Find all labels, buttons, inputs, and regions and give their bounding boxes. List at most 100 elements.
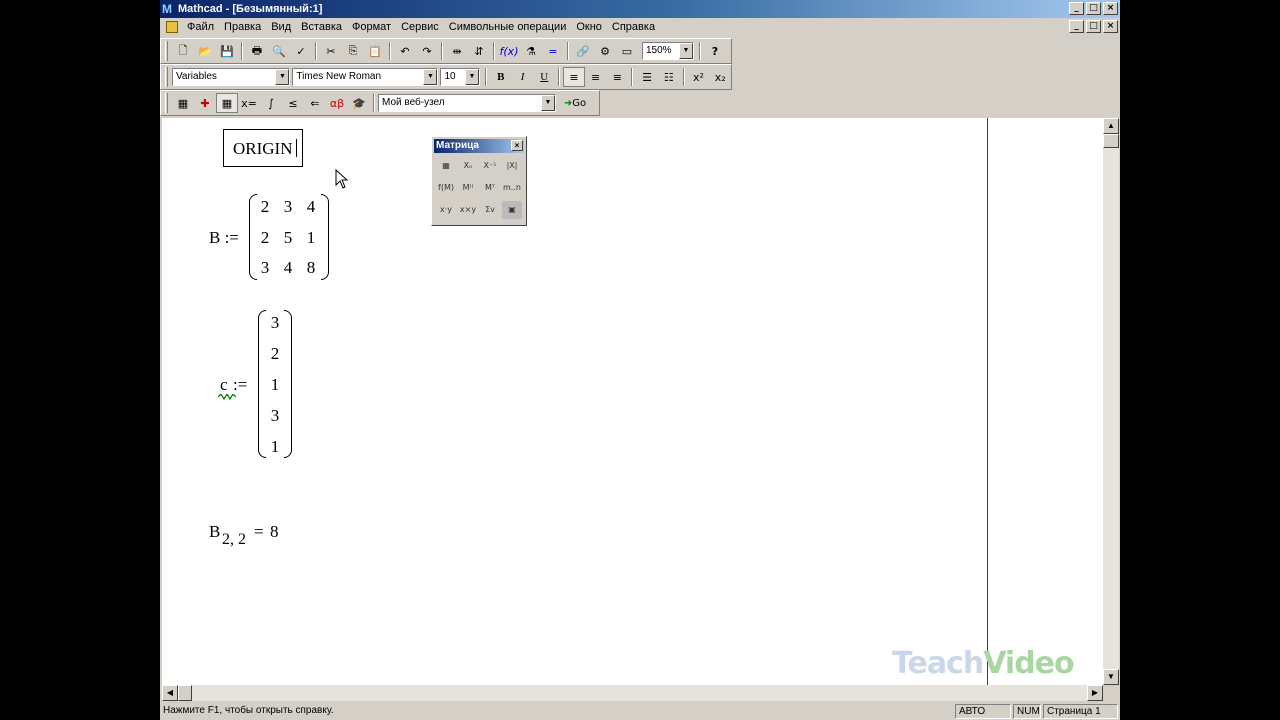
doc-restore-button[interactable]: □: [1086, 20, 1101, 33]
vector-cell[interactable]: 1: [264, 375, 286, 395]
scroll-left-button[interactable]: ◀: [162, 685, 178, 701]
vector-cell[interactable]: 3: [264, 406, 286, 426]
menu-window[interactable]: Окно: [571, 18, 607, 36]
matrix-b-definition[interactable]: B := 2 3 4 2 5 1 3 4 8: [209, 194, 339, 282]
programming-toolbar-icon[interactable]: ⇐: [304, 93, 326, 113]
align-center-icon[interactable]: ≡: [585, 67, 607, 87]
horizontal-scrollbar[interactable]: ◀ ▶: [162, 685, 1103, 701]
greek-toolbar-icon[interactable]: αβ: [326, 93, 348, 113]
vector-sum-icon[interactable]: Σv: [480, 201, 500, 219]
insert-hyperlink-icon[interactable]: 🔗: [572, 41, 594, 61]
determinant-icon[interactable]: |X|: [502, 157, 522, 175]
insert-region-icon[interactable]: ▭: [616, 41, 638, 61]
worksheet[interactable]: ORIGIN B := 2 3 4 2 5 1 3 4 8 c:= 3 2 1…: [162, 118, 1103, 685]
bold-button[interactable]: B: [490, 67, 512, 87]
vector-cell[interactable]: 3: [264, 313, 286, 333]
chevron-down-icon[interactable]: ▼: [275, 69, 290, 85]
origin-region[interactable]: ORIGIN: [223, 129, 303, 167]
matrix-cell[interactable]: 3: [254, 258, 276, 278]
align-across-icon[interactable]: ⇹: [446, 41, 468, 61]
toolbar-grip[interactable]: [165, 41, 168, 61]
vertical-scrollbar[interactable]: ▲ ▼: [1103, 118, 1119, 685]
open-icon[interactable]: 📂: [194, 41, 216, 61]
close-button[interactable]: ×: [1103, 2, 1118, 15]
chevron-down-icon[interactable]: ▼: [423, 69, 438, 85]
matrix-inverse-icon[interactable]: X⁻¹: [480, 157, 500, 175]
matrix-cell[interactable]: 4: [277, 258, 299, 278]
vectorize-icon[interactable]: f(M): [436, 179, 456, 197]
undo-icon[interactable]: ↶: [394, 41, 416, 61]
matrix-transpose-icon[interactable]: Mᵀ: [480, 179, 500, 197]
doc-close-button[interactable]: ×: [1103, 20, 1118, 33]
menu-file[interactable]: Файл: [182, 18, 219, 36]
subscript-icon[interactable]: x₂: [709, 67, 731, 87]
insert-matrix-icon[interactable]: ▦: [436, 157, 456, 175]
vector-c-definition[interactable]: c := 3 2 1 3 1: [218, 310, 298, 460]
menu-format[interactable]: Формат: [347, 18, 396, 36]
boolean-toolbar-icon[interactable]: ≤: [282, 93, 304, 113]
align-down-icon[interactable]: ⇵: [468, 41, 490, 61]
vector-cell[interactable]: 2: [264, 344, 286, 364]
print-preview-icon[interactable]: 🔍: [268, 41, 290, 61]
save-icon[interactable]: 💾: [216, 41, 238, 61]
range-variable-icon[interactable]: m..n: [502, 179, 522, 197]
matrix-palette[interactable]: Матрица × ▦ Xₙ X⁻¹ |X| f(M) M⁽⁾ Mᵀ m..n …: [431, 136, 527, 226]
matrix-cell[interactable]: 3: [277, 197, 299, 217]
chevron-down-icon[interactable]: ▼: [464, 69, 479, 85]
matrix-cell[interactable]: 2: [254, 197, 276, 217]
paste-icon[interactable]: 📋: [364, 41, 386, 61]
toolbar-grip[interactable]: [165, 67, 168, 87]
print-icon[interactable]: 🖶: [246, 41, 268, 61]
chevron-down-icon[interactable]: ▼: [541, 95, 555, 111]
spellcheck-icon[interactable]: ✓: [290, 41, 312, 61]
matrix-cell[interactable]: 4: [300, 197, 322, 217]
matrix-toolbar-icon[interactable]: ▦: [216, 93, 238, 113]
matrix-cell[interactable]: 2: [254, 228, 276, 248]
vector-cell[interactable]: 1: [264, 437, 286, 457]
calculator-toolbar-icon[interactable]: ▦: [172, 93, 194, 113]
insert-function-icon[interactable]: f(x): [498, 41, 520, 61]
matrix-cell[interactable]: 8: [300, 258, 322, 278]
symbolic-toolbar-icon[interactable]: 🎓: [348, 93, 370, 113]
palette-title-bar[interactable]: Матрица ×: [434, 139, 524, 153]
scroll-thumb[interactable]: [178, 685, 192, 701]
toolbar-grip[interactable]: [165, 93, 168, 113]
cross-product-icon[interactable]: x×y: [458, 201, 478, 219]
menu-tools[interactable]: Сервис: [396, 18, 444, 36]
numbering-icon[interactable]: ☷: [658, 67, 680, 87]
chevron-down-icon[interactable]: ▼: [679, 43, 693, 59]
redo-icon[interactable]: ↷: [416, 41, 438, 61]
help-icon[interactable]: ?: [704, 41, 726, 61]
menu-help[interactable]: Справка: [607, 18, 660, 36]
italic-button[interactable]: I: [512, 67, 534, 87]
align-right-icon[interactable]: ≡: [607, 67, 629, 87]
scroll-thumb[interactable]: [1103, 134, 1119, 148]
menu-symbolics[interactable]: Символьные операции: [444, 18, 572, 36]
graph-toolbar-icon[interactable]: ✚: [194, 93, 216, 113]
zoom-combo[interactable]: 150% ▼: [642, 42, 694, 60]
dot-product-icon[interactable]: x·y: [436, 201, 456, 219]
calculus-toolbar-icon[interactable]: ∫: [260, 93, 282, 113]
calculate-icon[interactable]: =: [542, 41, 564, 61]
web-address-combo[interactable]: Мой веб-узел ▼: [378, 94, 556, 112]
maximize-button[interactable]: □: [1086, 2, 1101, 15]
evaluation-toolbar-icon[interactable]: x=: [238, 93, 260, 113]
go-button[interactable]: ➜ Go: [558, 93, 592, 113]
scroll-down-button[interactable]: ▼: [1103, 669, 1119, 685]
menu-view[interactable]: Вид: [266, 18, 296, 36]
cut-icon[interactable]: ✂: [320, 41, 342, 61]
minimize-button[interactable]: _: [1069, 2, 1084, 15]
scroll-up-button[interactable]: ▲: [1103, 118, 1119, 134]
document-icon[interactable]: [166, 21, 178, 33]
matrix-cell[interactable]: 5: [277, 228, 299, 248]
font-combo[interactable]: Times New Roman ▼: [292, 68, 439, 86]
matrix-subscript-icon[interactable]: Xₙ: [458, 157, 478, 175]
menu-insert[interactable]: Вставка: [296, 18, 347, 36]
picture-icon[interactable]: ▣: [502, 201, 522, 219]
matrix-column-icon[interactable]: M⁽⁾: [458, 179, 478, 197]
new-icon[interactable]: 🗋: [172, 41, 194, 61]
superscript-icon[interactable]: x²: [688, 67, 710, 87]
insert-component-icon[interactable]: ⚙: [594, 41, 616, 61]
menu-edit[interactable]: Правка: [219, 18, 266, 36]
doc-minimize-button[interactable]: _: [1069, 20, 1084, 33]
